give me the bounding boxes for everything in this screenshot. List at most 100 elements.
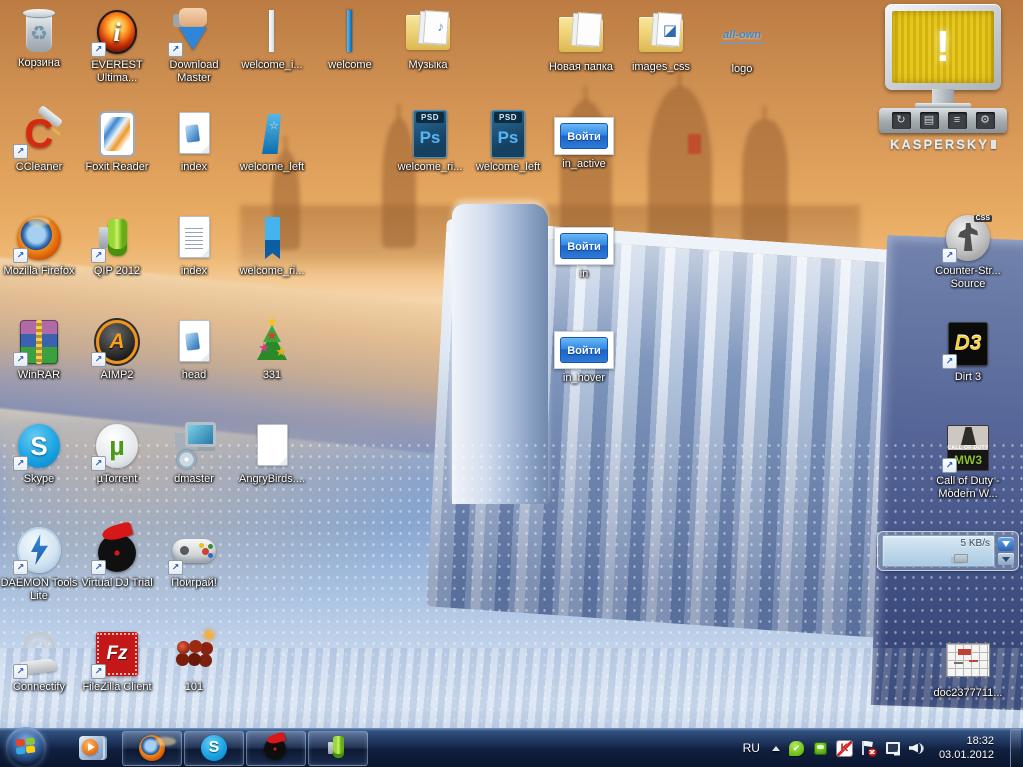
desktop-icon-folder[interactable]: ◪images_css	[622, 10, 700, 74]
folder-icon	[554, 10, 608, 58]
icon-band-text: CSS	[974, 215, 992, 222]
desktop-icon-recycle[interactable]: ♻Корзина	[0, 6, 78, 70]
desktop-icon-cod[interactable]: CALL OF DUTYMW3↗Call of Duty - Modern W.…	[929, 424, 1007, 501]
wleft-icon: ☆	[245, 110, 299, 158]
shortcut-arrow-icon: ↗	[91, 248, 106, 263]
desktop-icon-label: images_css	[632, 61, 690, 74]
desktop-icon-label: welcome_left	[476, 161, 540, 174]
language-indicator[interactable]: RU	[739, 739, 764, 757]
desktop-icon-ccleaner[interactable]: C↗CCleaner	[0, 110, 78, 174]
icon-glyph: S	[209, 739, 220, 757]
download-arrow-button[interactable]	[998, 537, 1014, 551]
desktop-icon-ribbon[interactable]: welcome_ri...	[233, 214, 311, 278]
wmp-icon	[77, 734, 105, 762]
desktop-icon-voiti[interactable]: Войтиin	[545, 222, 623, 281]
dropdown-arrow-button[interactable]	[998, 553, 1014, 565]
desktop-icon-label: µTorrent	[97, 473, 138, 486]
desktop-icon-dmaster[interactable]: dmaster	[155, 422, 233, 486]
kaspersky-tray-icon[interactable]: K	[836, 740, 853, 757]
desktop-icon-winrar[interactable]: ↗WinRAR	[0, 318, 78, 382]
update-icon[interactable]: ↻	[892, 112, 911, 129]
taskbar-button-skype[interactable]: S	[184, 731, 244, 766]
desktop-icon-daemon[interactable]: ↗DAEMON Tools Lite	[0, 526, 78, 603]
desktop-icon-label: Download Master	[155, 59, 233, 85]
taskbar-button-vdj[interactable]	[246, 731, 306, 766]
desktop-icon-qipapp[interactable]: ↗QIP 2012	[78, 214, 156, 278]
icon-glyph: all-own	[720, 28, 764, 44]
kaspersky-gadget[interactable]: ! ↻ ▤ ≡ ⚙ KASPERSKY	[876, 4, 1010, 152]
stripw-icon	[245, 8, 299, 56]
desktop-icon-stripb[interactable]: welcome	[311, 8, 389, 72]
desktop-icon-dynamite[interactable]: 101	[155, 630, 233, 694]
desktop-icon-connectify[interactable]: ↗Connectify	[0, 630, 78, 694]
show-desktop-button[interactable]	[1010, 729, 1021, 767]
desktop-icon-psd[interactable]: PSDPswelcome_ri...	[391, 110, 469, 174]
icon-glyph: Войти	[560, 337, 608, 363]
desktop-icon-firefox[interactable]: ↗Mozilla Firefox	[0, 214, 78, 278]
desktop-icon-dirt3[interactable]: D3↗Dirt 3	[929, 320, 1007, 384]
kaspersky-alert-screen: !	[892, 11, 994, 83]
icon-glyph: C	[25, 114, 54, 154]
desktop-icon-label: Foxit Reader	[86, 161, 149, 174]
desktop-icon-gamepad[interactable]: ↗Поиграй!	[155, 526, 233, 590]
desktop-icon-page[interactable]: index	[155, 110, 233, 174]
network-speed-gadget[interactable]: 5 KB/s	[877, 531, 1019, 571]
flag-tray-icon[interactable]	[860, 740, 877, 757]
desktop-icon-psd[interactable]: PSDPswelcome_left	[469, 110, 547, 174]
desktop-icon-stripw[interactable]: welcome_i...	[233, 8, 311, 72]
desktop-icon-folder[interactable]: Новая папка	[542, 10, 620, 74]
cssgame-icon: CSS ↗	[941, 214, 995, 262]
desktop-icon-cssgame[interactable]: CSS↗Counter-Str... Source	[929, 214, 1007, 291]
desktop-icon-wleft[interactable]: ☆welcome_left	[233, 110, 311, 174]
desktop-icon-logoimg[interactable]: all-ownlogo	[703, 12, 781, 76]
desktop-icon-vdj[interactable]: ↗ Virtual DJ Trial	[78, 526, 156, 590]
news-icon[interactable]: ≡	[948, 112, 967, 129]
desktop-icon-voiti[interactable]: Войтиin_active	[545, 112, 623, 171]
taskbar-button-wmp[interactable]	[62, 732, 120, 765]
icon-glyph: K	[840, 742, 848, 754]
page-icon	[167, 318, 221, 366]
shortcut-arrow-icon: ↗	[168, 42, 183, 57]
desktop-icon-folder[interactable]: ♪Музыка	[389, 8, 467, 72]
desktop-icon-label: Virtual DJ Trial	[81, 577, 152, 590]
start-button[interactable]	[6, 727, 46, 767]
desktop-icon-filezilla[interactable]: Fz↗FileZilla Client	[78, 630, 156, 694]
settings-icon[interactable]: ⚙	[976, 112, 995, 129]
vdj-icon	[262, 734, 290, 762]
shortcut-arrow-icon: ↗	[13, 352, 28, 367]
desktop-icon-tree[interactable]: ★331	[233, 318, 311, 382]
shortcut-arrow-icon: ↗	[168, 560, 183, 575]
everest-icon: i↗	[90, 8, 144, 56]
desktop-icon-label: Новая папка	[549, 61, 613, 74]
desktop-icon-dmgrab[interactable]: ↗ Download Master	[155, 8, 233, 85]
desktop-icon-page[interactable]: head	[155, 318, 233, 382]
taskbar-button-firefox[interactable]	[122, 731, 182, 766]
network-tray-icon[interactable]	[884, 740, 901, 757]
show-hidden-icons-button[interactable]	[772, 746, 780, 751]
desktop-icon-everest[interactable]: i↗EVEREST Ultima...	[78, 8, 156, 85]
desktop-icon-skype[interactable]: S↗Skype	[0, 422, 78, 486]
network-transfer-icon	[954, 554, 968, 563]
desktop-icon-page[interactable]: index	[155, 214, 233, 278]
icon-glyph: Fz	[106, 643, 127, 665]
clock-date: 03.01.2012	[939, 748, 994, 762]
shortcut-arrow-icon: ↗	[942, 248, 957, 263]
shortcut-arrow-icon: ↗	[91, 560, 106, 575]
skype-tray-icon[interactable]: ✔	[788, 740, 805, 757]
foxit-icon	[90, 110, 144, 158]
kaspersky-monitor-stand	[932, 89, 954, 103]
desktop-icon-aimp[interactable]: A↗AIMP2	[78, 318, 156, 382]
desktop-icon-page[interactable]: AngryBirds....	[233, 422, 311, 486]
volume-tray-icon[interactable]	[908, 740, 925, 757]
desktop-icon-foxit[interactable]: Foxit Reader	[78, 110, 156, 174]
desktop-icon-thumbdoc[interactable]: doc2377711...	[929, 636, 1007, 700]
desktop-icon-utorrent[interactable]: µ↗µTorrent	[78, 422, 156, 486]
clock[interactable]: 18:32 03.01.2012	[933, 734, 1000, 763]
desktop-icon-voiti[interactable]: Войтиin_hover	[545, 326, 623, 385]
desktop-icon-label: in	[580, 268, 589, 281]
taskbar-button-qip[interactable]	[308, 731, 368, 766]
dmgrab-icon: ↗	[167, 8, 221, 56]
qip-tray-icon[interactable]	[812, 740, 829, 757]
reports-icon[interactable]: ▤	[920, 112, 939, 129]
clock-time: 18:32	[939, 734, 994, 748]
